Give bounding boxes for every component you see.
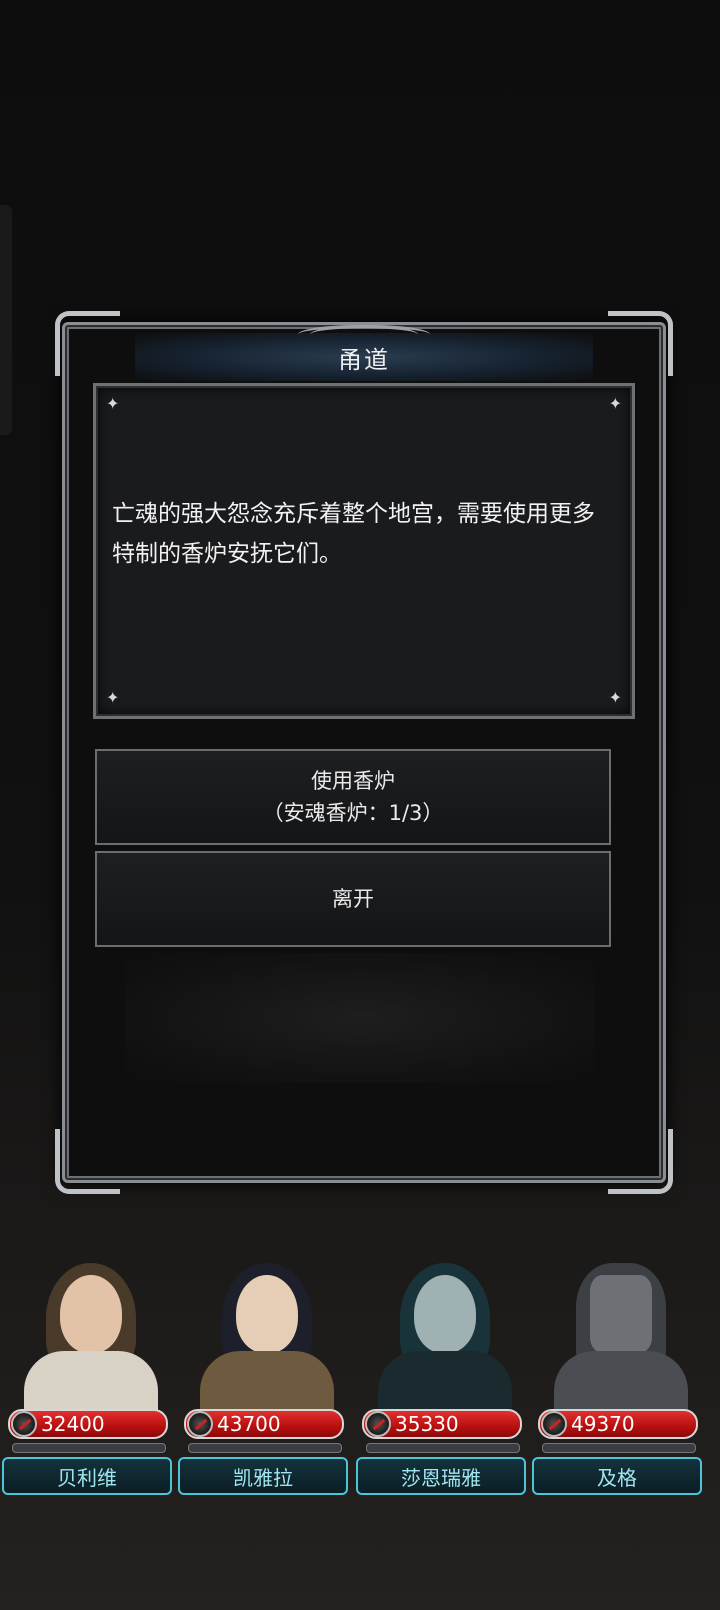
hp-bar: 32400 bbox=[8, 1409, 168, 1439]
party-roster: 32400 贝利维 43700 凯雅拉 35330 莎恩瑞雅 49370 及格 bbox=[0, 1255, 720, 1525]
dialog-title: 甬道 bbox=[338, 345, 390, 374]
hero-name-button[interactable]: 贝利维 bbox=[2, 1457, 172, 1495]
background-mural bbox=[125, 953, 595, 1083]
hero-portrait bbox=[10, 1255, 166, 1415]
sparkle-icon: ✦ bbox=[608, 688, 622, 707]
hp-bar: 35330 bbox=[362, 1409, 522, 1439]
hero-outfit bbox=[200, 1351, 334, 1415]
frame-corner-ornament bbox=[608, 1129, 673, 1194]
dialog-title-bar: 甬道 bbox=[135, 325, 593, 381]
leave-button[interactable]: 离开 bbox=[95, 851, 611, 947]
attack-icon bbox=[541, 1411, 567, 1437]
hero-outfit bbox=[24, 1351, 158, 1415]
attack-icon bbox=[11, 1411, 37, 1437]
hero-card-3[interactable]: 35330 莎恩瑞雅 bbox=[354, 1255, 530, 1525]
censer-count-label: （安魂香炉：1/3） bbox=[262, 801, 444, 825]
hero-name-button[interactable]: 及格 bbox=[532, 1457, 702, 1495]
hp-bar: 43700 bbox=[184, 1409, 344, 1439]
frame-corner-ornament bbox=[608, 311, 673, 376]
title-ornament bbox=[298, 325, 418, 344]
hp-bar: 49370 bbox=[538, 1409, 698, 1439]
hero-name-button[interactable]: 莎恩瑞雅 bbox=[356, 1457, 526, 1495]
story-text: 亡魂的强大怨念充斥着整个地宫，需要使用更多特制的香炉安抚它们。 bbox=[112, 501, 595, 567]
hero-portrait bbox=[540, 1255, 696, 1415]
hp-value: 43700 bbox=[217, 1412, 281, 1436]
hero-armor bbox=[554, 1351, 688, 1415]
energy-bar bbox=[12, 1443, 166, 1453]
hero-visor bbox=[590, 1275, 652, 1353]
hp-value: 32400 bbox=[41, 1412, 105, 1436]
hp-value: 49370 bbox=[571, 1412, 635, 1436]
choice-label: 使用香炉 bbox=[311, 769, 395, 793]
hero-card-2[interactable]: 43700 凯雅拉 bbox=[176, 1255, 352, 1525]
frame-corner-ornament bbox=[55, 311, 120, 376]
hero-portrait bbox=[364, 1255, 520, 1415]
attack-icon bbox=[365, 1411, 391, 1437]
attack-icon bbox=[187, 1411, 213, 1437]
choice-label: 离开 bbox=[332, 887, 374, 911]
story-panel: ✦ ✦ ✦ ✦ 亡魂的强大怨念充斥着整个地宫，需要使用更多特制的香炉安抚它们。 bbox=[93, 383, 635, 719]
hp-value: 35330 bbox=[395, 1412, 459, 1436]
hero-card-4[interactable]: 49370 及格 bbox=[530, 1255, 706, 1525]
energy-bar bbox=[542, 1443, 696, 1453]
sparkle-icon: ✦ bbox=[106, 688, 120, 707]
energy-bar bbox=[366, 1443, 520, 1453]
hero-face bbox=[60, 1275, 122, 1353]
hero-portrait bbox=[186, 1255, 342, 1415]
energy-bar bbox=[188, 1443, 342, 1453]
event-dialog: 甬道 ✦ ✦ ✦ ✦ 亡魂的强大怨念充斥着整个地宫，需要使用更多特制的香炉安抚它… bbox=[55, 311, 673, 1194]
hero-name-button[interactable]: 凯雅拉 bbox=[178, 1457, 348, 1495]
hero-face bbox=[414, 1275, 476, 1353]
side-pull-tab[interactable] bbox=[0, 205, 12, 435]
hero-face bbox=[236, 1275, 298, 1353]
frame-corner-ornament bbox=[55, 1129, 120, 1194]
hero-card-1[interactable]: 32400 贝利维 bbox=[0, 1255, 176, 1525]
sparkle-icon: ✦ bbox=[106, 394, 120, 413]
sparkle-icon: ✦ bbox=[608, 394, 622, 413]
use-censer-button[interactable]: 使用香炉 （安魂香炉：1/3） bbox=[95, 749, 611, 845]
hero-outfit bbox=[378, 1351, 512, 1415]
